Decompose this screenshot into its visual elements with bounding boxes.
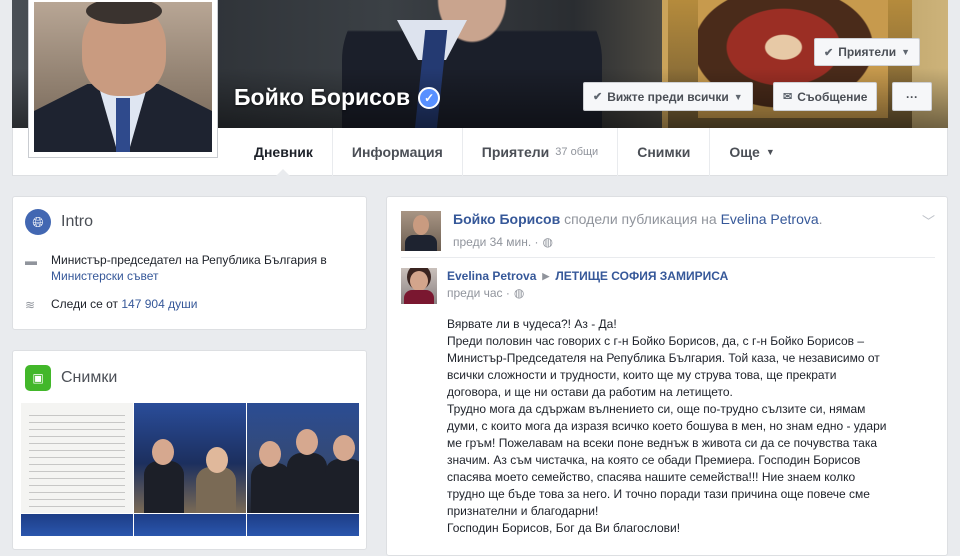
intro-card: 🌐︎ Intro ▬ Министър-председател на Репуб… [12,196,367,330]
tab-more[interactable]: Още ▼ [709,128,793,176]
friends-button[interactable]: ✔ Приятели ▼ [814,38,921,66]
globe-privacy-icon: ◍ [542,235,554,249]
post-header: Бойко Борисов сподели публикация на Evel… [453,211,823,227]
profile-name-block: Бойко Борисов ✓ [234,84,441,111]
caret-down-icon: ▼ [765,147,775,157]
intro-title: Intro [61,213,94,230]
briefcase-icon: ▬ [25,254,37,268]
photo-thumbnail[interactable] [247,514,359,536]
intro-job-row: ▬ Министър-председател на Република Бълг… [25,253,327,283]
arrow-right-icon: ▶ [542,270,550,281]
checkmark-icon: ✔ [593,91,603,103]
caret-down-icon: ▼ [901,47,911,57]
shared-target-link[interactable]: ЛЕТИЩЕ СОФИЯ ЗАМИРИСА [555,269,728,283]
tab-timeline[interactable]: Дневник [235,128,332,177]
shared-author-link[interactable]: Evelina Petrova [447,269,536,283]
message-icon: ✉ [783,91,793,103]
message-button[interactable]: ✉ Съобщение [773,82,878,111]
globe-icon: 🌐︎ [25,209,51,235]
shared-author-avatar[interactable] [401,268,437,304]
more-dots-icon: ··· [906,89,918,104]
verified-check-icon: ✓ [418,86,441,109]
photos-icon: ▣ [25,365,51,391]
post-author-avatar[interactable] [401,211,441,251]
intro-followers-row: ≋ Следи се от 147 904 души [25,297,198,312]
workplace-link[interactable]: Министерски съвет [51,269,159,283]
photos-card: ▣ Снимки [12,350,367,550]
photo-thumbnail[interactable] [21,514,133,536]
profile-picture[interactable] [28,0,218,158]
caret-down-icon: ▼ [733,91,743,102]
rss-icon: ≋ [25,298,36,312]
photos-title: Снимки [61,369,118,386]
followers-link[interactable]: 147 904 души [121,297,197,311]
post-body-text: Вярвате ли в чудеса?! Аз - Да! Преди пол… [447,317,887,535]
tab-friends[interactable]: Приятели 37 общи [461,128,617,176]
see-first-button[interactable]: ✔ Вижте преди всички ▼ [583,82,753,111]
original-author-link[interactable]: Evelina Petrova [721,211,819,227]
chevron-down-icon[interactable]: ﹀ [922,211,935,230]
photo-thumbnail[interactable] [247,403,359,513]
checkmark-icon: ✔ [824,46,834,59]
shared-timestamp: преди час · ◍ [447,286,525,300]
timeline-post: Бойко Борисов сподели публикация на Evel… [386,196,948,556]
photo-thumbnail[interactable] [134,403,246,513]
shared-post: Evelina Petrova ▶ ЛЕТИЩЕ СОФИЯ ЗАМИРИСА … [401,257,935,535]
mutual-friends-count: 37 общи [555,146,599,158]
photo-thumbnail[interactable] [21,403,133,513]
post-timestamp: преди 34 мин. · ◍ [453,235,554,249]
tab-photos[interactable]: Снимки [617,128,709,176]
globe-privacy-icon: ◍ [513,286,525,300]
more-options-button[interactable]: ··· [892,82,932,111]
profile-name[interactable]: Бойко Борисов [234,84,410,111]
tab-about[interactable]: Информация [331,128,462,176]
photo-thumbnail[interactable] [134,514,246,536]
photo-grid [21,403,359,536]
post-author-link[interactable]: Бойко Борисов [453,211,560,227]
